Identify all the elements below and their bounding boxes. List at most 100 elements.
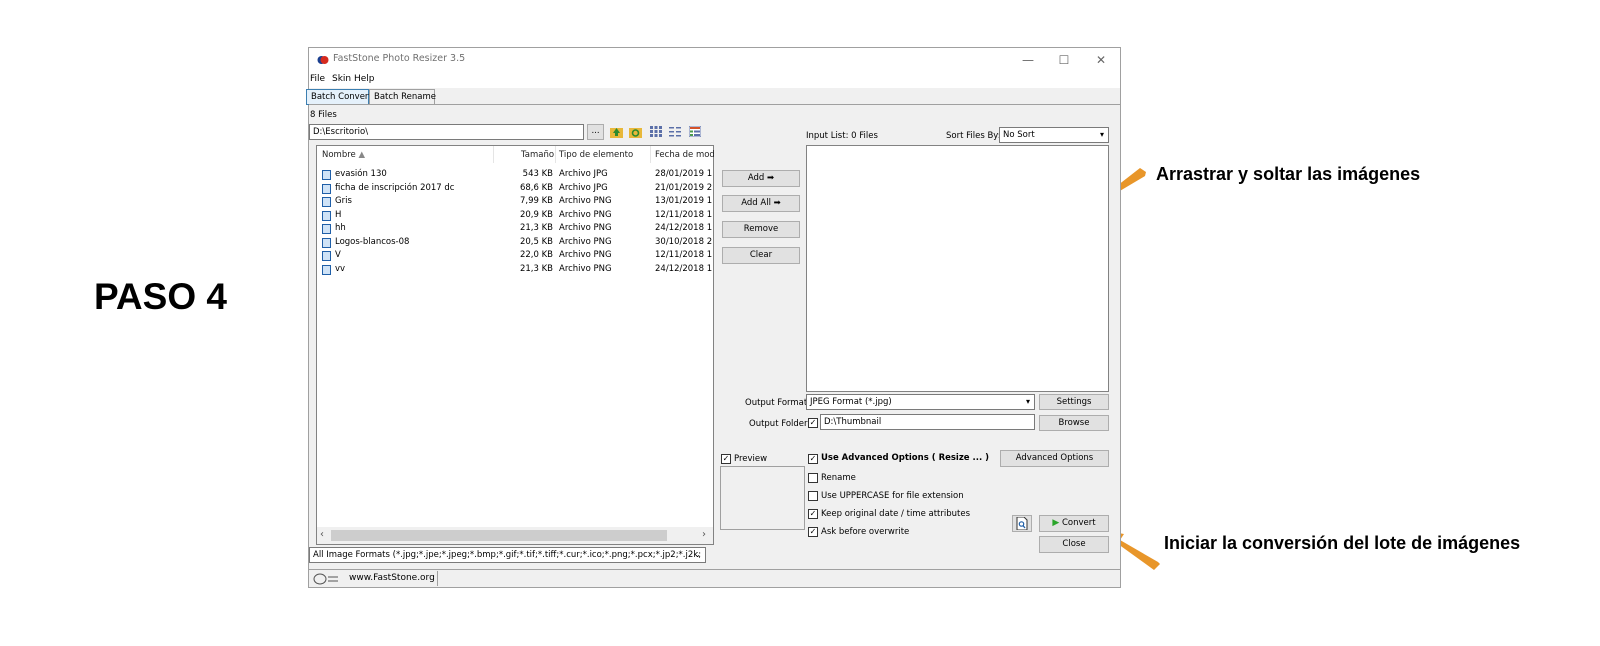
file-type: Archivo JPG: [559, 182, 608, 193]
file-type: Archivo PNG: [559, 236, 612, 247]
keep-date-checkbox[interactable]: ✓: [808, 509, 818, 519]
close-window-button[interactable]: ✕: [1083, 50, 1119, 70]
details-view-icon[interactable]: [689, 126, 701, 137]
tab-batch-convert[interactable]: Batch Convert: [306, 89, 372, 105]
convert-label: Convert: [1062, 518, 1096, 528]
horizontal-scrollbar[interactable]: ‹ ›: [317, 527, 713, 544]
advanced-options-checkbox[interactable]: ✓: [808, 454, 818, 464]
image-file-icon: [322, 183, 331, 194]
column-header-type[interactable]: Tipo de elemento: [559, 150, 633, 160]
chevron-down-icon: ▾: [1025, 397, 1030, 406]
file-row[interactable]: V 22,0 KB Archivo PNG 12/11/2018 1: [317, 250, 713, 263]
input-list-label: Input List: 0 Files: [806, 131, 878, 141]
file-row[interactable]: vv 21,3 KB Archivo PNG 24/12/2018 1: [317, 264, 713, 277]
advanced-options-button[interactable]: Advanced Options: [1000, 450, 1109, 467]
rename-label: Rename: [821, 473, 856, 483]
input-list-box[interactable]: [806, 145, 1109, 392]
file-date: 13/01/2019 1: [655, 196, 713, 206]
file-date: 30/10/2018 2: [655, 236, 713, 247]
file-row[interactable]: hh 21,3 KB Archivo PNG 24/12/2018 1: [317, 223, 713, 236]
tab-batch-rename[interactable]: Batch Rename: [369, 89, 436, 105]
file-type: Archivo PNG: [559, 250, 612, 260]
scroll-right-icon[interactable]: ›: [702, 529, 706, 540]
thumbnail-view-icon[interactable]: [650, 126, 662, 137]
file-row[interactable]: evasión 130 543 KB Archivo JPG 28/01/201…: [317, 169, 713, 182]
browse-output-button[interactable]: Browse: [1039, 415, 1109, 431]
file-row[interactable]: ficha de inscripción 2017 dc 68,6 KB Arc…: [317, 183, 713, 196]
file-name: ficha de inscripción 2017 dc: [335, 182, 455, 193]
rename-checkbox[interactable]: [808, 473, 818, 483]
file-date: 12/11/2018 1: [655, 250, 713, 260]
add-button[interactable]: Add ➡: [722, 170, 800, 187]
remove-button[interactable]: Remove: [722, 221, 800, 238]
file-date: 28/01/2019 1: [655, 169, 713, 179]
sort-files-label: Sort Files By:: [946, 131, 1001, 141]
file-size: 20,5 KB: [519, 236, 553, 247]
column-header-name[interactable]: Nombre ▲: [322, 150, 365, 160]
list-view-icon[interactable]: [669, 126, 681, 137]
preview-checkbox[interactable]: ✓: [721, 454, 731, 464]
scroll-left-icon[interactable]: ‹: [320, 529, 324, 540]
play-icon: ▶: [1052, 518, 1060, 528]
minimize-button[interactable]: —: [1010, 50, 1046, 70]
convert-button[interactable]: ▶ Convert: [1039, 515, 1109, 532]
column-header-date[interactable]: Fecha de mod: [655, 150, 715, 160]
menu-help[interactable]: Help: [354, 74, 375, 84]
image-file-icon: [322, 264, 331, 275]
sort-select[interactable]: No Sort ▾: [999, 127, 1109, 143]
chevron-down-icon: ▾: [1099, 130, 1104, 139]
file-name: Gris: [335, 196, 352, 206]
file-size: 68,6 KB: [519, 182, 553, 193]
ask-overwrite-checkbox[interactable]: ✓: [808, 527, 818, 537]
output-folder-checkbox[interactable]: ✓: [808, 418, 818, 428]
uppercase-checkbox[interactable]: [808, 491, 818, 501]
browse-path-button[interactable]: ...: [587, 124, 604, 140]
output-folder-input[interactable]: D:\Thumbnail: [820, 414, 1035, 430]
output-format-label: Output Format:: [745, 398, 811, 408]
file-size: 543 KB: [522, 169, 553, 179]
refresh-icon[interactable]: [629, 126, 642, 138]
image-file-icon: [322, 210, 331, 221]
title-bar: FastStone Photo Resizer 3.5 — ☐ ✕: [309, 48, 1120, 72]
output-format-select[interactable]: JPEG Format (*.jpg) ▾: [806, 394, 1035, 410]
file-size: 21,3 KB: [519, 223, 553, 233]
file-size: 22,0 KB: [519, 250, 553, 260]
file-name: Logos-blancos-08: [335, 236, 410, 247]
tab-strip: Batch Convert Batch Rename: [306, 88, 1120, 105]
file-browser-list[interactable]: Nombre ▲ Tamaño Tipo de elemento Fecha d…: [316, 145, 715, 545]
column-header-size[interactable]: Tamaño: [521, 150, 554, 160]
ask-overwrite-label: Ask before overwrite: [821, 527, 910, 537]
faststone-logo-icon: [313, 573, 338, 585]
file-size: 7,99 KB: [519, 196, 553, 206]
uppercase-label: Use UPPERCASE for file extension: [821, 491, 964, 501]
preview-file-button[interactable]: [1012, 515, 1032, 532]
file-row[interactable]: H 20,9 KB Archivo PNG 12/11/2018 1: [317, 210, 713, 223]
image-file-icon: [322, 224, 331, 234]
image-file-icon: [322, 170, 331, 180]
scrollbar-thumb[interactable]: [331, 530, 667, 541]
menu-file[interactable]: File: [310, 74, 325, 84]
folder-up-icon[interactable]: [610, 126, 623, 138]
file-name: H: [335, 209, 342, 220]
convert-note: Iniciar la conversión del lote de imágen…: [1164, 533, 1521, 553]
window-title: FastStone Photo Resizer 3.5: [333, 53, 466, 64]
path-input[interactable]: D:\Escritorio\: [309, 124, 584, 140]
file-type: Archivo PNG: [559, 209, 612, 220]
preview-label: Preview: [734, 454, 768, 464]
menu-bar: File Skin Help: [309, 72, 1120, 88]
file-type: Archivo PNG: [559, 223, 612, 233]
settings-button[interactable]: Settings: [1039, 394, 1109, 410]
file-filter-select[interactable]: All Image Formats (*.jpg;*.jpe;*.jpeg;*.…: [309, 547, 706, 563]
app-logo-icon: [317, 56, 329, 64]
advanced-options-label: Use Advanced Options ( Resize ... ): [821, 453, 990, 463]
batch-convert-panel: 8 Files D:\Escritorio\ ... Nombre ▲ Tama…: [309, 104, 1120, 569]
file-row[interactable]: Gris 7,99 KB Archivo PNG 13/01/2019 1: [317, 196, 713, 209]
file-name: V: [335, 250, 341, 260]
clear-button[interactable]: Clear: [722, 247, 800, 264]
add-all-button[interactable]: Add All ➡: [722, 195, 800, 212]
menu-skin[interactable]: Skin: [332, 74, 351, 84]
website-link[interactable]: www.FastStone.org: [349, 573, 435, 583]
close-button[interactable]: Close: [1039, 536, 1109, 553]
file-row[interactable]: Logos-blancos-08 20,5 KB Archivo PNG 30/…: [317, 237, 713, 250]
maximize-button[interactable]: ☐: [1046, 50, 1082, 70]
